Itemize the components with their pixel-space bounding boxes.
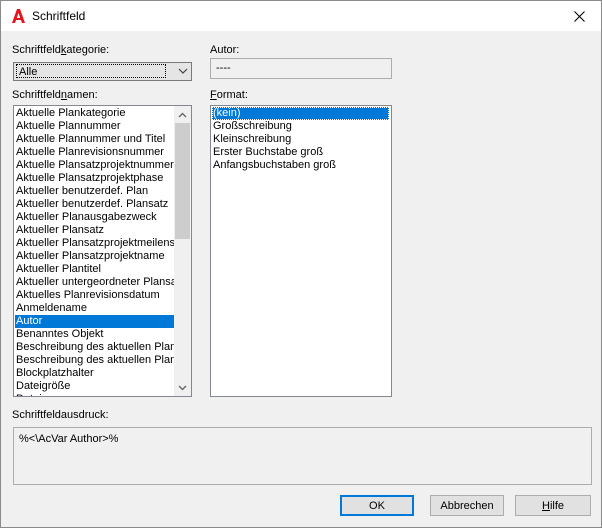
field-names-list[interactable]: Aktuelle Plankategorie Aktuelle Plannumme… bbox=[13, 105, 192, 397]
field-names-scrollbar[interactable] bbox=[174, 106, 191, 396]
scroll-up-button[interactable] bbox=[174, 106, 191, 123]
help-button[interactable]: Hilfe bbox=[515, 495, 591, 516]
field-name-item[interactable]: Autor bbox=[15, 315, 174, 328]
field-dialog: Schriftfeld Schriftfeldkategorie: Alle A… bbox=[0, 0, 602, 528]
window-title: Schriftfeld bbox=[32, 9, 86, 23]
field-name-item[interactable]: Aktueller untergeordneter Plansa bbox=[15, 276, 174, 289]
field-name-item[interactable]: Aktuelle Plansatzprojektnummer bbox=[15, 159, 174, 172]
field-name-item[interactable]: Aktueller benutzerdef. Plansatz bbox=[15, 198, 174, 211]
format-list[interactable]: (kein) Großschreibung Kleinschreibung Erste… bbox=[210, 105, 392, 397]
field-name-item[interactable]: Aktuelles Planrevisionsdatum bbox=[15, 289, 174, 302]
field-name-item[interactable]: Benanntes Objekt bbox=[15, 328, 174, 341]
scroll-down-button[interactable] bbox=[174, 379, 191, 396]
field-name-item[interactable]: Aktueller Plansatz bbox=[15, 224, 174, 237]
field-names-label: Schriftfeldnamen: bbox=[12, 89, 98, 101]
field-name-item[interactable]: Aktueller Plansatzprojektmeilenst bbox=[15, 237, 174, 250]
autocad-logo-icon bbox=[12, 9, 25, 23]
field-name-item[interactable]: Aktuelle Plankategorie bbox=[15, 107, 174, 120]
expression-field[interactable]: %<\AcVar Author>% bbox=[13, 427, 592, 485]
format-item[interactable]: Anfangsbuchstaben groß bbox=[212, 159, 389, 172]
format-item[interactable]: Kleinschreibung bbox=[212, 133, 389, 146]
chevron-down-icon bbox=[178, 68, 188, 74]
format-label: Format: bbox=[210, 89, 248, 101]
close-icon bbox=[573, 10, 585, 22]
field-name-item[interactable]: Anmeldename bbox=[15, 302, 174, 315]
field-name-item[interactable]: Aktuelle Plansatzprojektphase bbox=[15, 172, 174, 185]
field-name-item[interactable]: Blockplatzhalter bbox=[15, 367, 174, 380]
scroll-thumb[interactable] bbox=[175, 123, 190, 239]
field-name-item[interactable]: Beschreibung des aktuellen Plans bbox=[15, 341, 174, 354]
category-selected-value: Alle bbox=[16, 64, 166, 78]
field-name-item[interactable]: Beschreibung des aktuellen Plans bbox=[15, 354, 174, 367]
category-label: Schriftfeldkategorie: bbox=[12, 44, 110, 56]
author-label: Autor: bbox=[210, 44, 240, 56]
cancel-button[interactable]: Abbrechen bbox=[430, 495, 504, 516]
category-dropdown[interactable]: Alle bbox=[13, 62, 192, 81]
format-item[interactable]: Erster Buchstabe groß bbox=[212, 146, 389, 159]
field-name-item[interactable]: Aktuelle Plannummer und Titel bbox=[15, 133, 174, 146]
field-name-item[interactable]: Aktueller benutzerdef. Plan bbox=[15, 185, 174, 198]
field-name-item[interactable]: Aktueller Plansatzprojektname bbox=[15, 250, 174, 263]
field-name-item[interactable]: Aktuelle Plannummer bbox=[15, 120, 174, 133]
expression-value: %<\AcVar Author>% bbox=[19, 433, 119, 445]
field-name-item[interactable]: Aktueller Plantitel bbox=[15, 263, 174, 276]
chevron-down-icon bbox=[178, 385, 187, 390]
author-value-field: ---- bbox=[210, 58, 392, 79]
field-name-item[interactable]: Aktuelle Planrevisionsnummer bbox=[15, 146, 174, 159]
title-bar: Schriftfeld bbox=[1, 1, 601, 31]
ok-button[interactable]: OK bbox=[340, 495, 414, 516]
expression-label: Schriftfeldausdruck: bbox=[12, 409, 109, 421]
author-value: ---- bbox=[216, 62, 231, 74]
field-name-item[interactable]: Datei bbox=[15, 393, 174, 396]
field-name-item[interactable]: Dateigröße bbox=[15, 380, 174, 393]
format-item[interactable]: Großschreibung bbox=[212, 120, 389, 133]
close-button[interactable] bbox=[557, 1, 601, 31]
format-item[interactable]: (kein) bbox=[212, 107, 389, 120]
chevron-up-icon bbox=[178, 112, 187, 117]
field-name-item[interactable]: Aktueller Planausgabezweck bbox=[15, 211, 174, 224]
